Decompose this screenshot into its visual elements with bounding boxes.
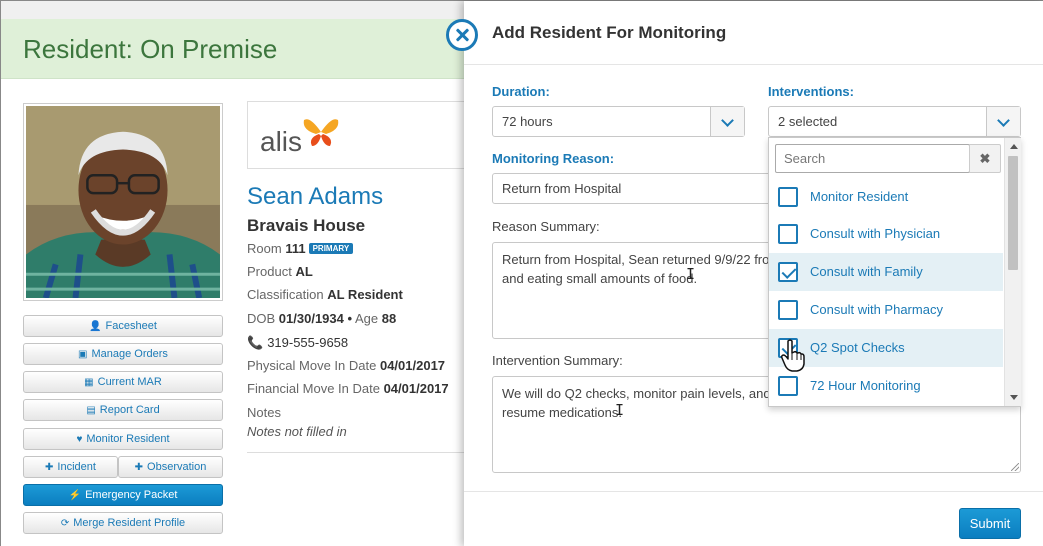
page-title: Resident: On Premise xyxy=(23,34,278,64)
text-cursor-icon: I xyxy=(615,401,625,419)
monitor-resident-button[interactable]: ♥ Monitor Resident xyxy=(23,428,223,450)
current-mar-button[interactable]: ▦ Current MAR xyxy=(23,371,223,393)
resize-handle[interactable] xyxy=(1011,463,1019,471)
phone-icon: 📞 xyxy=(247,335,264,350)
refresh-icon: ⟳ xyxy=(60,518,70,529)
checkbox[interactable] xyxy=(778,376,798,396)
alis-logo: alis xyxy=(247,101,477,169)
clear-icon[interactable]: ✖ xyxy=(969,144,1001,173)
manage-orders-button[interactable]: ▣ Manage Orders xyxy=(23,343,223,365)
duration-label: Duration: xyxy=(492,84,550,99)
checkbox-checked[interactable] xyxy=(778,262,798,282)
intervention-summary-label: Intervention Summary: xyxy=(492,353,623,368)
option-consult-family[interactable]: Consult with Family xyxy=(769,253,1003,291)
chevron-down-icon[interactable] xyxy=(710,107,744,136)
monitoring-reason-input[interactable]: Return from Hospital xyxy=(492,173,792,204)
modal-title: Add Resident For Monitoring xyxy=(492,23,727,42)
reason-summary-label: Reason Summary: xyxy=(492,219,600,234)
notes-value: Notes not filled in xyxy=(247,424,347,439)
facesheet-button[interactable]: 👤 Facesheet xyxy=(23,315,223,337)
primary-badge: PRIMARY xyxy=(308,243,354,254)
option-consult-pharmacy[interactable]: Consult with Pharmacy xyxy=(769,291,1003,329)
option-monitor-resident[interactable]: Monitor Resident xyxy=(769,178,1003,216)
checkbox[interactable] xyxy=(778,224,798,244)
dropdown-scrollbar[interactable] xyxy=(1004,138,1021,406)
user-icon: 👤 xyxy=(89,321,102,332)
modal-header: Add Resident For Monitoring xyxy=(446,1,1043,65)
heartbeat-icon: ♥ xyxy=(76,434,83,445)
incident-button[interactable]: ✚ Incident xyxy=(23,456,118,478)
duration-select[interactable]: 72 hours xyxy=(492,106,745,137)
butterfly-icon xyxy=(303,119,339,146)
chevron-down-icon[interactable] xyxy=(986,107,1020,136)
text-cursor-icon: I xyxy=(686,265,696,283)
plus-icon: ✚ xyxy=(45,462,54,473)
classification-info: Classification AL Resident xyxy=(247,287,403,302)
hand-cursor-icon xyxy=(781,339,805,372)
file-icon: ▤ xyxy=(86,405,96,416)
phone-info[interactable]: 📞 319-555-9658 xyxy=(247,335,348,351)
monitoring-reason-label: Monitoring Reason: xyxy=(492,151,615,166)
resident-photo xyxy=(23,103,223,301)
merge-resident-profile-button[interactable]: ⟳ Merge Resident Profile xyxy=(23,512,223,534)
modal-footer: Submit xyxy=(464,491,1043,546)
resident-house: Bravais House xyxy=(247,216,366,235)
medkit-icon: ▣ xyxy=(78,349,88,360)
calendar-icon: ▦ xyxy=(84,377,94,388)
checkbox[interactable] xyxy=(778,187,798,207)
interventions-label: Interventions: xyxy=(768,84,854,99)
search-input[interactable]: Search xyxy=(775,144,970,173)
notes-label: Notes xyxy=(247,405,281,420)
dob-info: DOB 01/30/1934 • Age 88 xyxy=(247,311,397,326)
checkbox[interactable] xyxy=(778,300,798,320)
scroll-up-icon[interactable] xyxy=(1010,144,1018,149)
close-icon[interactable] xyxy=(446,19,478,51)
plus-icon: ✚ xyxy=(134,462,144,473)
observation-button[interactable]: ✚ Observation xyxy=(118,456,223,478)
scroll-thumb[interactable] xyxy=(1008,156,1018,270)
submit-button[interactable]: Submit xyxy=(959,508,1021,539)
divider xyxy=(247,452,477,453)
bolt-icon: ⚡ xyxy=(68,490,82,501)
scroll-down-icon[interactable] xyxy=(1010,395,1018,400)
financial-move-info: Financial Move In Date 04/01/2017 xyxy=(247,381,449,396)
option-consult-physician[interactable]: Consult with Physician xyxy=(769,215,1003,253)
interventions-select[interactable]: 2 selected xyxy=(768,106,1021,137)
emergency-packet-button[interactable]: ⚡ Emergency Packet xyxy=(23,484,223,506)
report-card-button[interactable]: ▤ Report Card xyxy=(23,399,223,421)
product-info: Product AL xyxy=(247,264,313,279)
physical-move-info: Physical Move In Date 04/01/2017 xyxy=(247,358,446,373)
add-monitoring-modal: Add Resident For Monitoring Duration: 72… xyxy=(446,1,1043,546)
room-info: Room 111 PRIMARY xyxy=(247,241,354,256)
resident-name[interactable]: Sean Adams xyxy=(247,183,383,211)
